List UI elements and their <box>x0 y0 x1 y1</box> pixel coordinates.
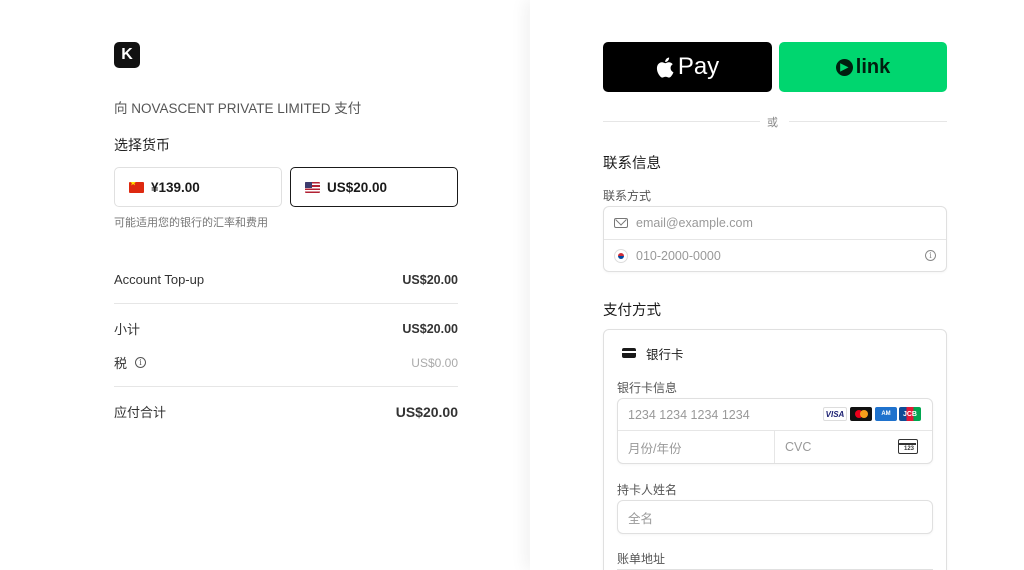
currency-heading: 选择货币 <box>114 138 170 154</box>
currency-amount: ¥139.00 <box>151 179 200 195</box>
card-method-name: 银行卡 <box>646 347 684 362</box>
total-value: US$20.00 <box>395 403 458 420</box>
subtotal-value: US$20.00 <box>402 321 458 336</box>
cvc-placeholder: CVC <box>785 440 812 454</box>
line-item: Account Top-up US$20.00 <box>114 272 458 287</box>
currency-option-usd[interactable]: US$20.00 <box>290 167 458 207</box>
line-item-value: US$20.00 <box>402 272 458 287</box>
cardholder-label: 持卡人姓名 <box>617 483 678 497</box>
currency-option-cny[interactable]: ¥139.00 <box>114 167 282 207</box>
tax-label-wrap: 税 i <box>114 353 147 372</box>
merchant-pay-to: 向 NOVASCENT PRIVATE LIMITED 支付 <box>114 101 362 116</box>
apple-pay-button[interactable]: Pay <box>603 42 772 92</box>
tax-row: 税 i US$0.00 <box>114 353 458 372</box>
link-label: link <box>855 55 891 78</box>
jcb-icon: JCB <box>899 407 921 421</box>
apple-pay-label: Pay <box>677 53 720 80</box>
link-pay-button[interactable]: ▶ link <box>779 42 947 92</box>
or-separator: 或 <box>767 116 778 129</box>
phone-placeholder: 010-2000-0000 <box>636 249 721 263</box>
subtotal-label: 小计 <box>114 322 141 337</box>
divider <box>603 121 760 122</box>
contact-title: 联系信息 <box>603 156 661 172</box>
cn-flag-icon <box>129 181 144 193</box>
email-field[interactable]: email@example.com <box>614 216 753 230</box>
cardholder-input-box <box>617 500 933 534</box>
phone-field[interactable]: 010-2000-0000 <box>614 249 721 263</box>
subtotal-row: 小计 US$20.00 <box>114 319 458 338</box>
card-number-input[interactable]: 1234 1234 1234 1234 <box>628 408 750 422</box>
card-number-placeholder: 1234 1234 1234 1234 <box>628 408 750 422</box>
tax-value: US$0.00 <box>411 355 458 370</box>
cardholder-input[interactable]: 全名 <box>628 510 654 526</box>
card-method-header[interactable]: 银行卡 <box>622 346 684 362</box>
billing-address-label: 账单地址 <box>617 552 666 566</box>
payment-title: 支付方式 <box>603 303 661 319</box>
total-label: 应付合计 <box>114 405 167 420</box>
info-icon[interactable]: i <box>925 250 936 261</box>
cvc-input[interactable]: CVC <box>785 440 811 454</box>
currency-amount: US$20.00 <box>327 179 388 195</box>
us-flag-icon <box>305 181 320 193</box>
exchange-rate-note: 可能适用您的银行的汇率和费用 <box>114 216 268 229</box>
total-row: 应付合计 US$20.00 <box>114 402 458 421</box>
expiry-placeholder: 月份/年份 <box>628 441 682 456</box>
mastercard-icon <box>850 407 872 421</box>
amex-icon: AM <box>875 407 897 421</box>
card-info-label: 银行卡信息 <box>617 381 678 395</box>
divider <box>618 430 932 431</box>
kr-flag-icon[interactable] <box>614 249 628 263</box>
divider <box>774 431 775 463</box>
tax-label: 税 <box>114 356 128 371</box>
expiry-input[interactable]: 月份/年份 <box>628 440 682 456</box>
info-icon[interactable]: i <box>135 357 147 368</box>
cardholder-placeholder: 全名 <box>628 511 654 526</box>
contact-method-label: 联系方式 <box>603 189 652 203</box>
divider <box>789 121 947 122</box>
merchant-logo: K <box>114 42 140 68</box>
email-placeholder: email@example.com <box>636 216 753 230</box>
apple-icon <box>656 57 674 78</box>
order-summary-panel: K 向 NOVASCENT PRIVATE LIMITED 支付 选择货币 ¥1… <box>0 0 530 570</box>
link-arrow-icon: ▶ <box>835 58 853 76</box>
visa-icon: VISA <box>823 407 847 421</box>
divider <box>604 239 946 240</box>
card-icon <box>622 348 636 358</box>
line-item-label: Account Top-up <box>114 272 205 287</box>
divider <box>114 303 458 304</box>
mail-icon <box>614 218 628 228</box>
divider <box>114 386 458 387</box>
cvc-card-icon <box>898 439 918 454</box>
